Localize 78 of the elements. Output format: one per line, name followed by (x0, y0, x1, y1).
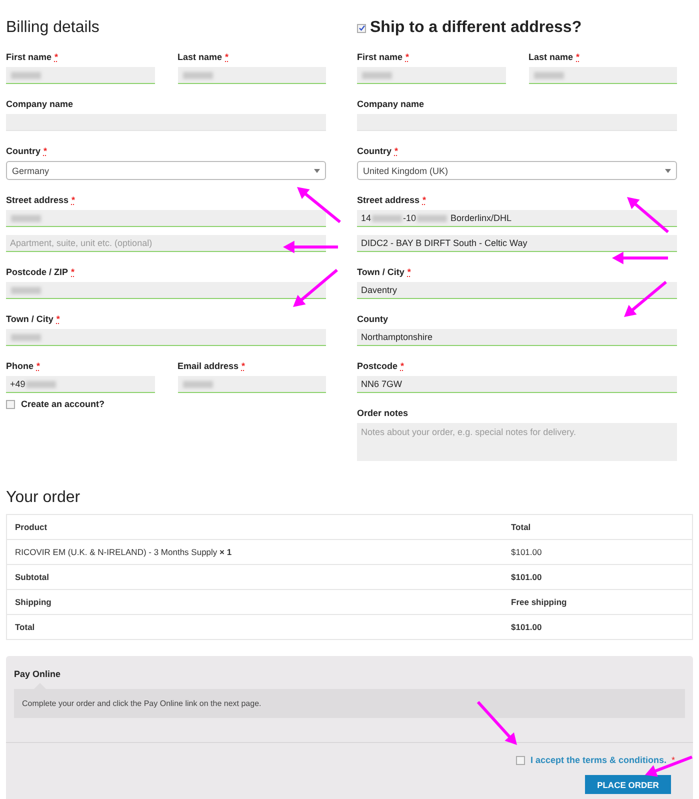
field-label: Last name * (528, 51, 581, 63)
redacted-blur (11, 72, 41, 78)
section-heading: Billing details (6, 18, 100, 38)
table-cell: $101.00 (503, 614, 692, 640)
section-heading: Ship to a different address? (370, 18, 582, 38)
field-label: Town / City * (357, 266, 412, 278)
section-heading: Your order (6, 489, 82, 507)
table-cell: Total (6, 614, 503, 640)
redacted-blur (362, 72, 392, 78)
input-field[interactable] (357, 114, 677, 131)
redacted-blur (182, 380, 212, 388)
annotation-arrow-icon (293, 268, 338, 307)
field-label: Postcode / ZIP * (6, 266, 76, 278)
redacted-blur (372, 214, 402, 222)
redacted-blur (26, 380, 56, 388)
field-label: Email address * (178, 360, 246, 372)
field-label: First name * (357, 51, 410, 63)
annotation-arrow-icon (627, 197, 669, 234)
checkbox-label: Create an account? (21, 399, 105, 409)
input-field[interactable]: 14 -10 Borderlinx/DHL (357, 210, 677, 227)
redacted-blur (11, 214, 41, 222)
annotation-arrow-icon (612, 252, 668, 264)
field-label: Postcode * (357, 360, 406, 372)
payment-description: Complete your order and click the Pay Online link on the next page. (14, 689, 685, 718)
field-label: Last name * (178, 51, 230, 63)
input-field[interactable] (178, 67, 326, 84)
input-field[interactable]: Daventry (357, 282, 677, 299)
annotation-arrow-icon (476, 701, 517, 745)
input-field[interactable] (357, 67, 506, 84)
redacted-blur (182, 72, 212, 78)
input-field[interactable] (6, 282, 326, 299)
checkmark-icon (358, 25, 364, 31)
input-field[interactable]: DIDC2 - BAY B DIRFT South - Celtic Way (357, 235, 677, 252)
annotation-arrow-icon (283, 240, 338, 254)
caret-icon (314, 168, 320, 172)
table-cell: $101.00 (503, 540, 692, 564)
required-mark: * (671, 755, 675, 765)
field-label: Company name (357, 98, 426, 110)
country-select[interactable]: United Kingdom (UK) (357, 161, 677, 180)
redacted-blur (417, 214, 448, 222)
country-select[interactable]: Germany (6, 161, 326, 180)
table-cell: Shipping (6, 590, 503, 614)
checkbox[interactable] (357, 24, 366, 32)
place-order-button[interactable]: PLACE ORDER (585, 775, 671, 794)
redacted-blur (11, 334, 41, 340)
caret-icon (665, 168, 671, 172)
field-label: Country * (6, 145, 48, 157)
input-field[interactable] (6, 114, 326, 131)
field-label: Company name (6, 98, 74, 110)
redacted-blur (11, 286, 41, 294)
annotation-arrow-icon (624, 280, 667, 317)
column-header: Product (6, 514, 503, 540)
annotation-arrow-icon (297, 187, 341, 224)
field-label: First name * (6, 51, 60, 63)
checkbox[interactable] (6, 400, 15, 408)
payment-method-title: Pay Online (14, 669, 62, 679)
table-cell: Subtotal (6, 564, 503, 590)
input-field[interactable]: +49 (6, 376, 154, 393)
checkbox[interactable] (516, 756, 526, 764)
table-cell: RICOVIR EM (U.K. & N-IRELAND) - 3 Months Supply × 1 (6, 540, 503, 564)
field-label: County (357, 313, 389, 325)
field-label: Country * (357, 145, 400, 157)
input-field[interactable] (6, 329, 326, 346)
field-label: Phone * (6, 360, 42, 372)
field-label: Street address * (357, 194, 428, 206)
input-field[interactable] (178, 376, 326, 393)
input-field[interactable] (528, 67, 677, 84)
input-field[interactable]: NN6 7GW (357, 376, 677, 393)
column-header: Total (503, 514, 692, 540)
input-field[interactable] (6, 67, 154, 84)
input-field[interactable]: Northamptonshire (357, 329, 677, 346)
field-label: Order notes (357, 407, 410, 419)
redacted-blur (534, 72, 564, 78)
table-cell: Free shipping (503, 590, 692, 614)
table-cell: $101.00 (503, 564, 692, 590)
field-label: Town / City * (6, 313, 61, 325)
input-field[interactable] (6, 210, 326, 227)
field-label: Street address * (6, 194, 76, 206)
